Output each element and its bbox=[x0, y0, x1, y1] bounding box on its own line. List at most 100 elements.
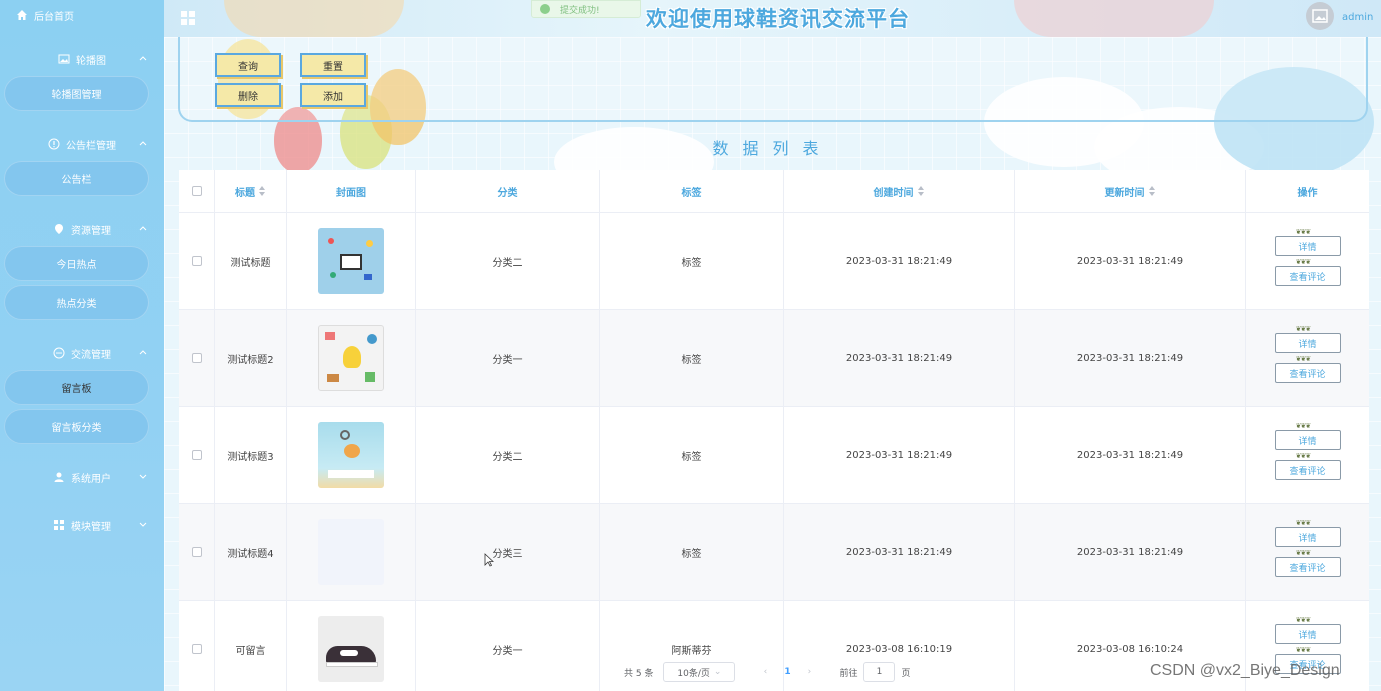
detail-button[interactable]: 详情 bbox=[1274, 422, 1341, 450]
delete-button[interactable]: 删除 bbox=[215, 83, 281, 107]
chevron-up-icon bbox=[139, 350, 147, 355]
sidebar-item-message-category[interactable]: 留言板分类 bbox=[4, 409, 149, 444]
column-header-created[interactable]: 创建时间 bbox=[784, 170, 1015, 212]
column-header-tag: 标签 bbox=[600, 170, 784, 212]
row-checkbox[interactable] bbox=[191, 256, 202, 266]
cell-actions: 详情 查看评论 bbox=[1246, 407, 1369, 503]
sidebar: 后台首页 轮播图 轮播图管理 公告栏管理 公告栏 资源管理 今日热点 热点分类 … bbox=[0, 0, 164, 691]
row-checkbox[interactable] bbox=[191, 644, 202, 654]
menu-exchange[interactable]: 交流管理 bbox=[0, 338, 164, 368]
row-select-cell bbox=[179, 601, 215, 691]
avatar[interactable] bbox=[1306, 2, 1334, 30]
success-toast: 提交成功! bbox=[531, 0, 641, 18]
cell-category: 分类三 bbox=[416, 504, 600, 600]
chevron-down-icon: ⌄ bbox=[713, 667, 722, 677]
query-button[interactable]: 查询 bbox=[215, 53, 281, 77]
view-comments-button[interactable]: 查看评论 bbox=[1274, 355, 1341, 383]
sidebar-home-label: 后台首页 bbox=[34, 11, 74, 23]
menu-system-user-label: 系统用户 bbox=[71, 473, 111, 485]
view-comments-button[interactable]: 查看评论 bbox=[1274, 549, 1341, 577]
list-title: 数据列表 bbox=[712, 139, 833, 158]
cell-title: 测试标题2 bbox=[215, 310, 287, 406]
cover-image[interactable] bbox=[318, 228, 384, 294]
data-table: 标题 封面图 分类 标签 创建时间 更新时间 操作 测试标题 分类二 标签 20… bbox=[179, 170, 1369, 691]
cover-image[interactable] bbox=[318, 422, 384, 488]
cell-cover bbox=[287, 504, 416, 600]
detail-button[interactable]: 详情 bbox=[1274, 325, 1341, 353]
cell-tag: 标签 bbox=[600, 213, 784, 309]
detail-button[interactable]: 详情 bbox=[1274, 519, 1341, 547]
cell-actions: 详情 查看评论 bbox=[1246, 310, 1369, 406]
toast-text: 提交成功! bbox=[560, 5, 600, 16]
sidebar-item-notice[interactable]: 公告栏 bbox=[4, 161, 149, 196]
sort-icon[interactable] bbox=[1148, 186, 1156, 196]
cell-category: 分类二 bbox=[416, 213, 600, 309]
page-size-value: 10条/页 bbox=[677, 668, 710, 679]
menu-carousel[interactable]: 轮播图 bbox=[0, 44, 164, 74]
sidebar-item-hot-today[interactable]: 今日热点 bbox=[4, 246, 149, 281]
cell-created: 2023-03-31 18:21:49 bbox=[784, 407, 1015, 503]
prev-page-icon[interactable]: ‹ bbox=[755, 667, 775, 677]
menu-resource[interactable]: 资源管理 bbox=[0, 214, 164, 244]
view-comments-button[interactable]: 查看评论 bbox=[1274, 258, 1341, 286]
username[interactable]: admin bbox=[1342, 12, 1373, 23]
row-checkbox[interactable] bbox=[191, 353, 202, 363]
sort-icon[interactable] bbox=[917, 186, 925, 196]
menu-resource-label: 资源管理 bbox=[71, 225, 111, 237]
chevron-up-icon bbox=[139, 56, 147, 61]
menu-module[interactable]: 模块管理 bbox=[0, 510, 164, 540]
sidebar-item-message-board[interactable]: 留言板 bbox=[4, 370, 149, 405]
header-label: 封面图 bbox=[336, 187, 366, 199]
chevron-up-icon bbox=[139, 226, 147, 231]
column-header-category: 分类 bbox=[416, 170, 600, 212]
view-comments-button[interactable]: 查看评论 bbox=[1274, 452, 1341, 480]
menu-carousel-label: 轮播图 bbox=[76, 55, 106, 67]
cover-image[interactable] bbox=[318, 519, 384, 585]
row-checkbox[interactable] bbox=[191, 450, 202, 460]
image-icon bbox=[1312, 9, 1328, 23]
header-label: 标题 bbox=[235, 187, 255, 199]
table-row: 测试标题2 分类一 标签 2023-03-31 18:21:49 2023-03… bbox=[179, 310, 1369, 407]
cell-cover bbox=[287, 601, 416, 691]
home-icon bbox=[17, 10, 27, 20]
reset-button[interactable]: 重置 bbox=[300, 53, 366, 77]
menu-exchange-label: 交流管理 bbox=[71, 349, 111, 361]
select-all-checkbox[interactable] bbox=[191, 186, 202, 196]
cell-cover bbox=[287, 310, 416, 406]
row-checkbox[interactable] bbox=[191, 547, 202, 557]
goto-page-input[interactable]: 1 bbox=[863, 662, 896, 682]
cell-title: 可留言 bbox=[215, 601, 287, 691]
cover-image[interactable] bbox=[318, 325, 384, 391]
pagination: 共 5 条 10条/页 ⌄ ‹ 1 › 前往 1 页 bbox=[624, 661, 910, 683]
cell-category: 分类一 bbox=[416, 601, 600, 691]
cell-title: 测试标题 bbox=[215, 213, 287, 309]
sidebar-home[interactable]: 后台首页 bbox=[0, 0, 164, 30]
header-label: 更新时间 bbox=[1104, 187, 1145, 199]
sidebar-item-hot-category[interactable]: 热点分类 bbox=[4, 285, 149, 320]
cell-cover bbox=[287, 213, 416, 309]
menu-toggle-icon[interactable] bbox=[180, 10, 196, 26]
add-button[interactable]: 添加 bbox=[300, 83, 366, 107]
cell-actions: 详情 查看评论 bbox=[1246, 504, 1369, 600]
row-select-cell bbox=[179, 213, 215, 309]
column-header-cover: 封面图 bbox=[287, 170, 416, 212]
sort-icon[interactable] bbox=[259, 186, 266, 196]
cell-created: 2023-03-31 18:21:49 bbox=[784, 310, 1015, 406]
image-icon bbox=[58, 54, 70, 64]
cover-image[interactable] bbox=[318, 616, 384, 682]
page-number-current[interactable]: 1 bbox=[775, 667, 799, 677]
column-header-updated[interactable]: 更新时间 bbox=[1015, 170, 1246, 212]
next-page-icon[interactable]: › bbox=[799, 667, 819, 677]
detail-button[interactable]: 详情 bbox=[1274, 228, 1341, 256]
chevron-down-icon bbox=[139, 522, 147, 527]
watermark: CSDN @vx2_Biye_Design bbox=[1150, 662, 1340, 679]
cell-title: 测试标题3 bbox=[215, 407, 287, 503]
sidebar-item-carousel-manage[interactable]: 轮播图管理 bbox=[4, 76, 149, 111]
grid-icon bbox=[54, 520, 64, 530]
column-header-title[interactable]: 标题 bbox=[215, 170, 287, 212]
header-label: 操作 bbox=[1297, 187, 1318, 199]
detail-button[interactable]: 详情 bbox=[1274, 616, 1341, 644]
menu-system-user[interactable]: 系统用户 bbox=[0, 462, 164, 492]
menu-notice[interactable]: 公告栏管理 bbox=[0, 129, 164, 159]
page-size-select[interactable]: 10条/页 ⌄ bbox=[663, 662, 736, 682]
